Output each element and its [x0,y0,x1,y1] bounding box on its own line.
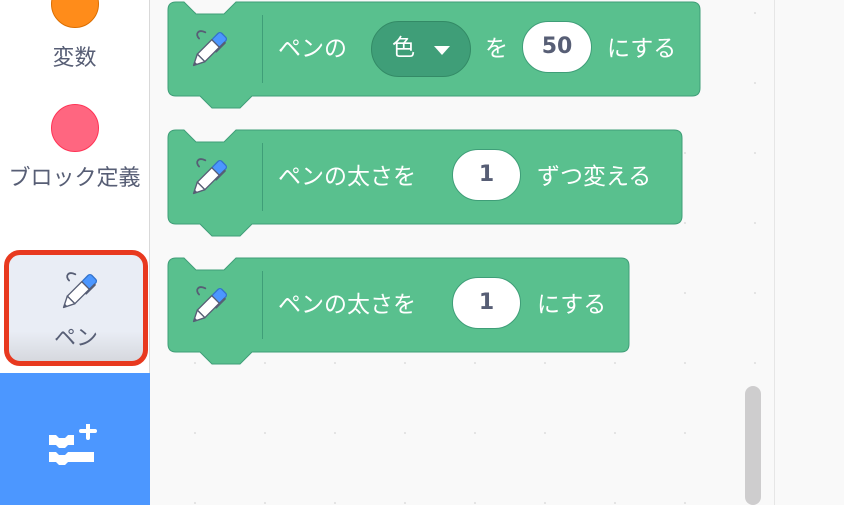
category-pen-label: ペン [53,326,98,351]
pen-icon [55,269,101,317]
block-text: にする [537,292,607,318]
block-separator [262,15,263,83]
script-area-edge [774,0,844,505]
block-set-pen-size[interactable]: ペンの太さを 1 にする [167,257,630,365]
block-text: を [485,36,508,62]
caret-down-icon [434,46,450,55]
number-input[interactable]: 50 [522,21,592,73]
category-pen[interactable]: ペン [4,250,148,366]
pen-icon [185,27,231,75]
number-input[interactable]: 1 [452,277,521,329]
block-text: にする [607,36,677,62]
block-text: ペンの太さを [278,292,416,318]
block-change-pen-size[interactable]: ペンの太さを 1 ずつ変える [167,129,683,237]
dropdown-value: 色 [392,35,415,61]
add-extension-icon [49,424,97,465]
category-variables-label: 変数 [52,46,97,71]
block-set-pen-param[interactable]: ペンの 色 を 50 にする [167,1,701,109]
block-text: ペンの太さを [278,164,416,190]
block-separator [262,271,263,339]
category-my-blocks[interactable]: ブロック定義 [0,104,149,198]
add-extension-button[interactable] [0,373,150,505]
category-variables[interactable]: 変数 [0,0,149,77]
pen-icon [185,155,231,203]
number-input[interactable]: 1 [452,149,521,201]
variables-color-dot [50,0,99,28]
my-blocks-color-dot [50,104,99,152]
palette-scrollbar[interactable] [745,386,761,505]
block-text: ずつ変える [537,164,652,190]
category-my-blocks-label: ブロック定義 [8,166,141,191]
block-text: ペンの [278,36,347,62]
pen-param-dropdown[interactable]: 色 [371,21,471,77]
pen-icon [185,283,231,331]
block-separator [262,143,263,211]
